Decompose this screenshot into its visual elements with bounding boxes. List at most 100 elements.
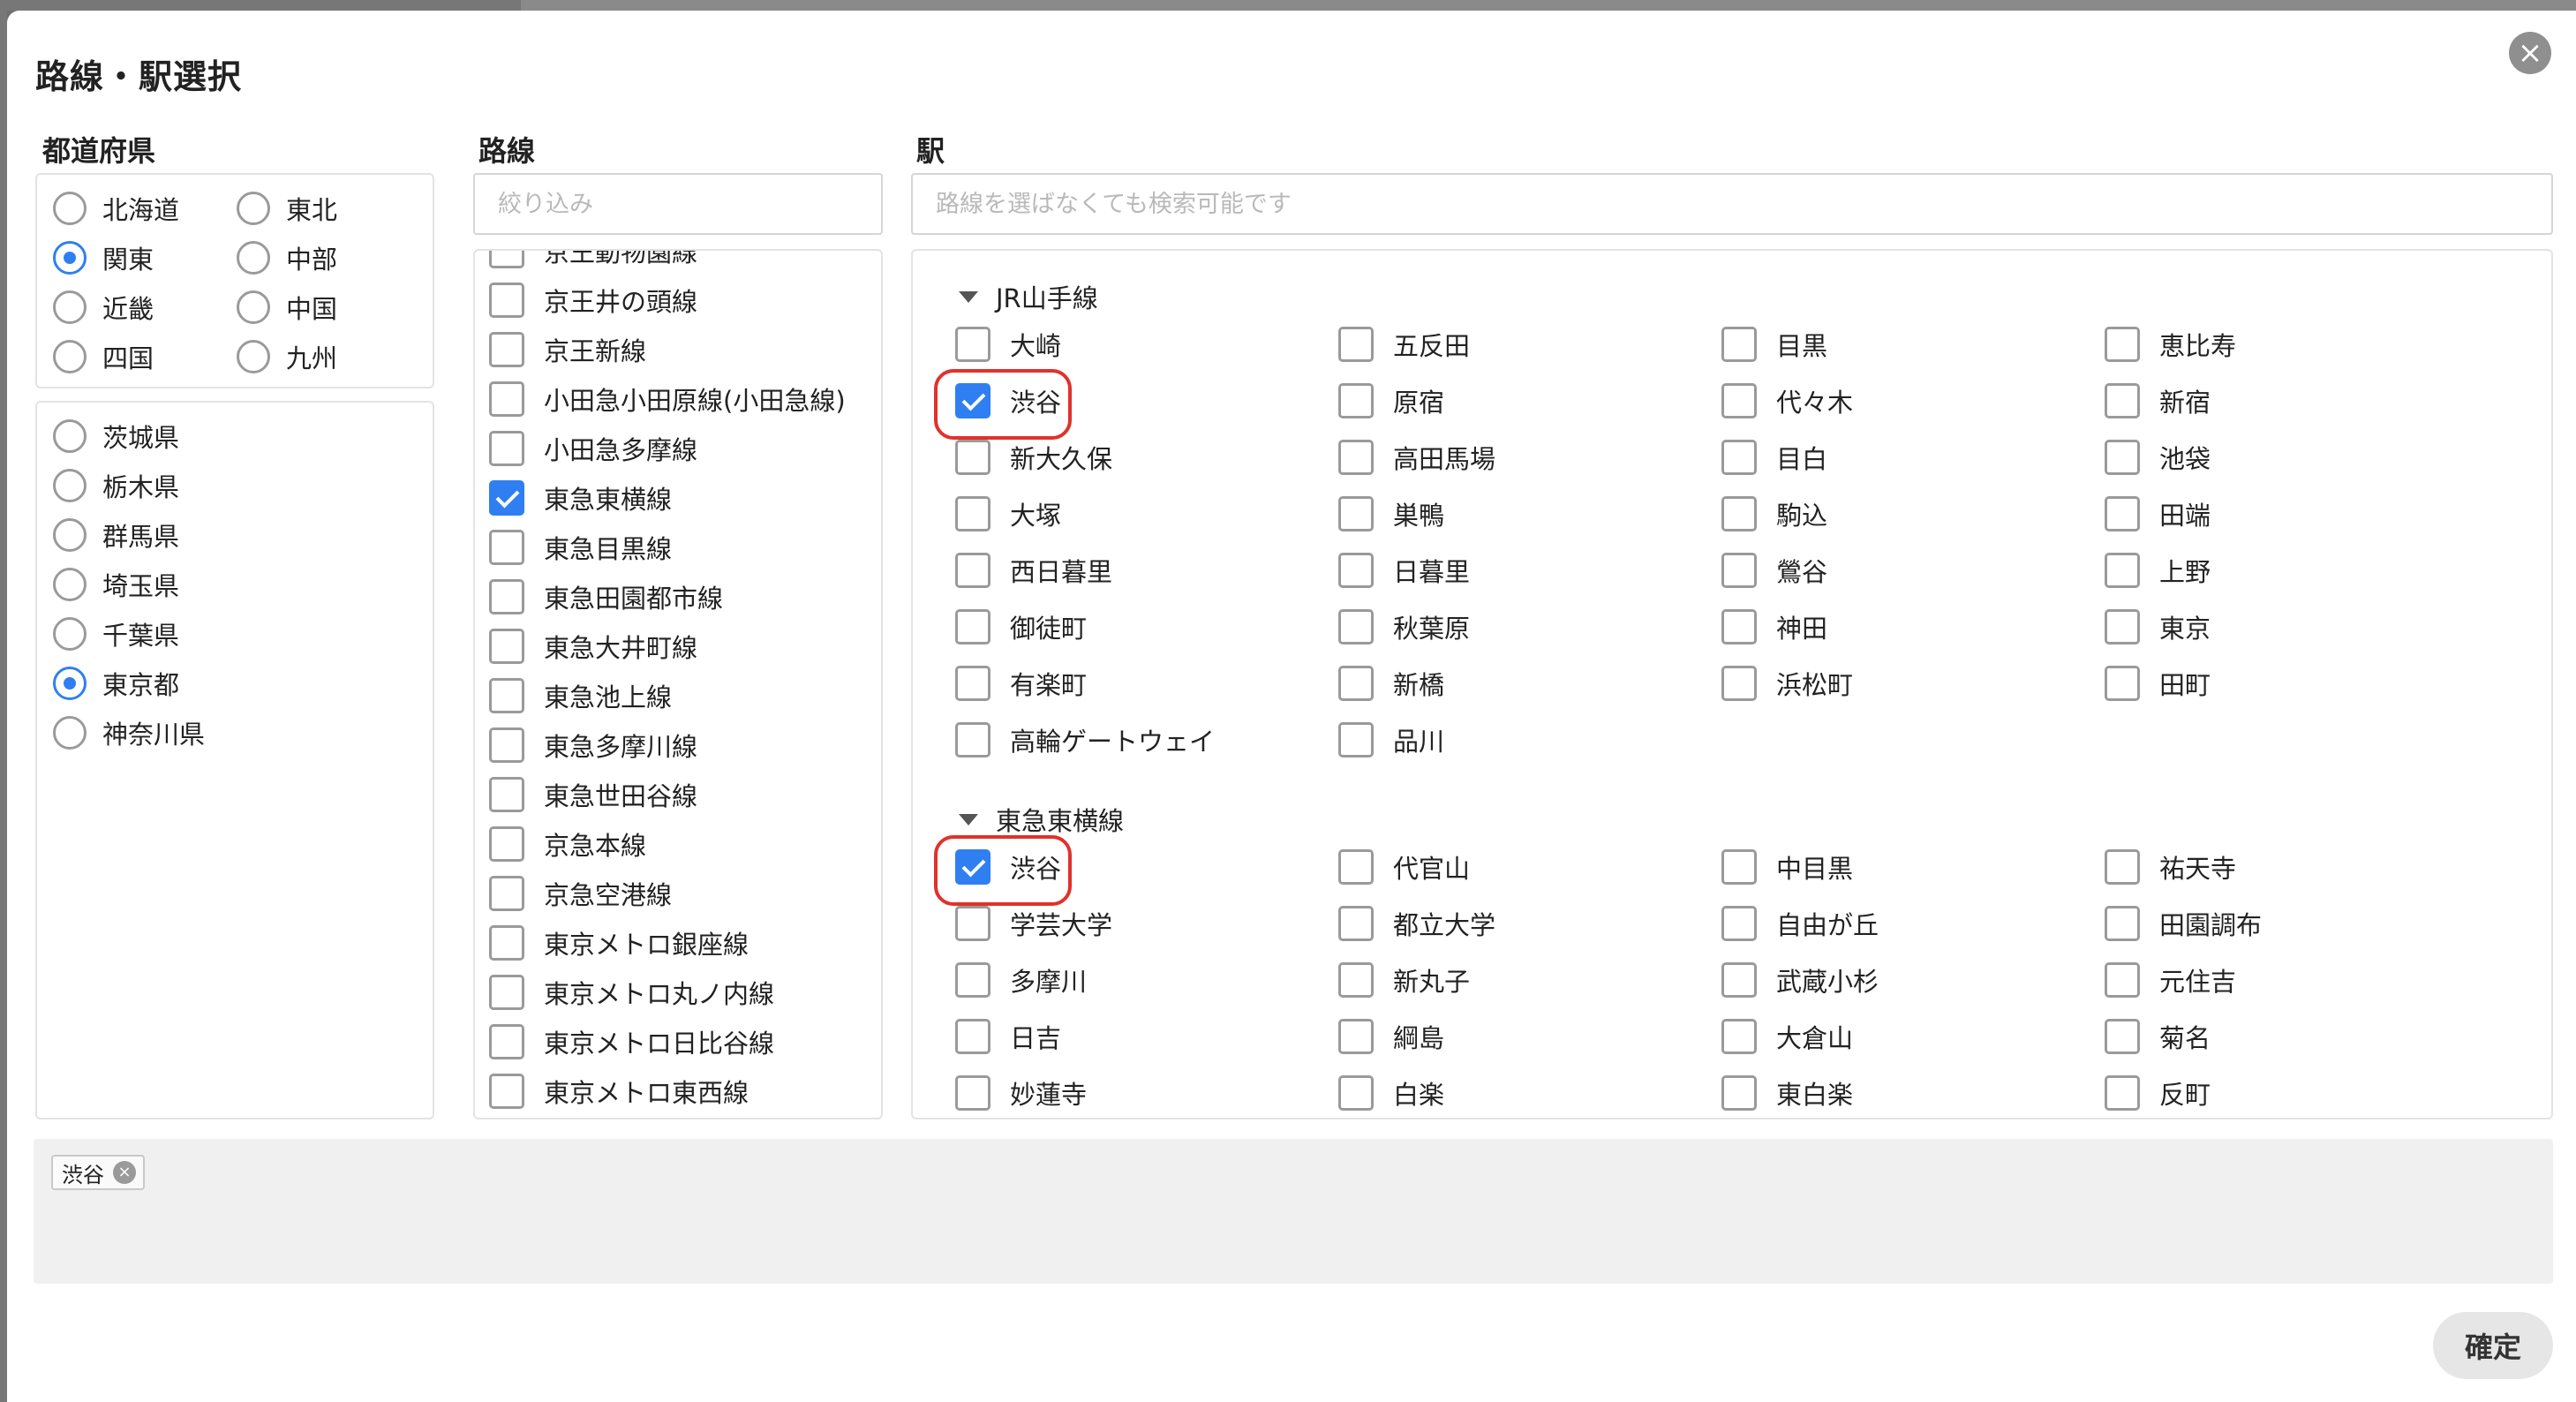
station-option[interactable]: 駒込 (1721, 486, 1827, 542)
prefecture-option[interactable]: 埼玉県 (53, 560, 179, 609)
station-option[interactable]: 大塚 (955, 486, 1061, 542)
station-option[interactable]: 大崎 (955, 316, 1061, 373)
station-option[interactable]: 高田馬場 (1338, 429, 1495, 486)
station-option[interactable]: 田端 (2105, 486, 2211, 542)
line-option[interactable]: 京王新線 (489, 325, 646, 374)
line-option[interactable]: 京急空港線 (489, 869, 672, 918)
station-option[interactable]: 東京 (2105, 599, 2211, 655)
station-option[interactable]: 田園調布 (2105, 895, 2262, 952)
station-option[interactable]: 代官山 (1338, 839, 1470, 895)
prefecture-option[interactable]: 東京都 (53, 659, 179, 708)
line-option[interactable]: 東急東横線 (489, 473, 672, 523)
station-option[interactable]: 反町 (2105, 1065, 2211, 1118)
station-option[interactable]: 田町 (2105, 655, 2211, 712)
line-filter-input[interactable] (473, 173, 883, 235)
station-option[interactable]: 新大久保 (955, 429, 1112, 486)
line-option[interactable]: 東急世田谷線 (489, 770, 697, 819)
station-option[interactable]: 浜松町 (1721, 655, 1853, 712)
station-option[interactable]: 神田 (1721, 599, 1827, 655)
station-option[interactable]: 新橋 (1338, 655, 1444, 712)
checkbox-icon (955, 553, 990, 588)
prefecture-option[interactable]: 千葉県 (53, 609, 179, 659)
station-label: 神田 (1776, 614, 1828, 644)
station-option[interactable]: 新宿 (2105, 373, 2211, 429)
prefecture-option[interactable]: 群馬県 (53, 510, 179, 560)
station-option[interactable]: 都立大学 (1338, 895, 1495, 952)
station-option[interactable]: 渋谷 (955, 839, 1061, 895)
station-option[interactable]: 恵比寿 (2105, 316, 2236, 373)
station-option[interactable]: 巣鴨 (1338, 486, 1444, 542)
station-list[interactable]: JR山手線 大崎 五反田 目黒 恵比寿渋谷 原宿 代々木 新宿新大久保 高田馬場 目白 池袋大塚 巣鴨… (911, 249, 2553, 1119)
station-option[interactable]: 自由が丘 (1721, 895, 1879, 952)
station-option[interactable]: 五反田 (1338, 316, 1470, 373)
station-option[interactable]: 東白楽 (1721, 1065, 1853, 1118)
station-option[interactable]: 中目黒 (1721, 839, 1853, 895)
checkbox-icon (2105, 327, 2140, 362)
line-option[interactable]: 東急大井町線 (489, 622, 697, 671)
station-option[interactable]: 新丸子 (1338, 952, 1470, 1008)
checkbox-checked-icon (489, 480, 524, 516)
close-icon[interactable]: × (2509, 32, 2551, 74)
line-option[interactable]: 東急池上線 (489, 671, 672, 720)
line-option[interactable]: 東京メトロ日比谷線 (489, 1017, 774, 1067)
line-option[interactable]: 東京メトロ東西線 (489, 1067, 749, 1116)
region-option[interactable]: 関東 (53, 233, 154, 283)
station-group-header[interactable]: 東急東横線 (959, 800, 1124, 839)
station-option[interactable]: 代々木 (1721, 373, 1853, 429)
station-option[interactable]: 元住吉 (2105, 952, 2236, 1008)
station-option[interactable]: 白楽 (1338, 1065, 1444, 1118)
line-option[interactable]: 小田急多摩線 (489, 424, 697, 473)
station-option[interactable]: 祐天寺 (2105, 839, 2236, 895)
station-group-header[interactable]: JR山手線 (959, 277, 1098, 316)
station-option[interactable]: 武蔵小杉 (1721, 952, 1879, 1008)
region-option[interactable]: 北海道 (53, 184, 179, 233)
prefecture-option[interactable]: 茨城県 (53, 411, 179, 461)
station-option[interactable]: 西日暮里 (955, 542, 1112, 599)
station-option[interactable]: 高輪ゲートウェイ (955, 712, 1215, 768)
station-option[interactable]: 御徒町 (955, 599, 1087, 655)
station-option[interactable]: 秋葉原 (1338, 599, 1470, 655)
line-option[interactable]: 京王動物園線 (489, 251, 697, 275)
line-option[interactable]: 京急本線 (489, 819, 646, 869)
station-option[interactable]: 多摩川 (955, 952, 1087, 1008)
region-option[interactable]: 四国 (53, 332, 154, 381)
line-option[interactable]: 京王井の頭線 (489, 275, 697, 325)
region-option[interactable]: 中国 (237, 283, 337, 332)
region-option[interactable]: 近畿 (53, 283, 154, 332)
line-list[interactable]: 京王動物園線 京王井の頭線 京王新線 小田急小田原線(小田急線) 小田急多摩線 東急東横線… (473, 249, 883, 1119)
station-option[interactable]: 大倉山 (1721, 1008, 1853, 1065)
station-option[interactable]: 日吉 (955, 1008, 1061, 1065)
station-option[interactable]: 鶯谷 (1721, 542, 1827, 599)
line-option[interactable]: 小田急小田原線(小田急線) (489, 374, 846, 424)
station-option[interactable]: 池袋 (2105, 429, 2211, 486)
station-option[interactable]: 妙蓮寺 (955, 1065, 1087, 1118)
remove-chip-icon[interactable]: × (113, 1161, 136, 1184)
station-option[interactable]: 上野 (2105, 542, 2211, 599)
station-option[interactable]: 菊名 (2105, 1008, 2211, 1065)
checkbox-icon (1721, 666, 1757, 701)
checkbox-icon (955, 722, 990, 758)
line-option[interactable]: 東京メトロ銀座線 (489, 918, 749, 968)
line-option[interactable]: 東急目黒線 (489, 523, 672, 572)
station-option[interactable]: 目黒 (1721, 316, 1827, 373)
station-option[interactable]: 綱島 (1338, 1008, 1444, 1065)
station-option[interactable]: 有楽町 (955, 655, 1087, 712)
station-option[interactable]: 渋谷 (955, 373, 1061, 429)
selected-chip[interactable]: 渋谷 × (51, 1155, 145, 1190)
confirm-button[interactable]: 確定 (2433, 1312, 2553, 1379)
station-filter-input[interactable] (911, 173, 2553, 235)
region-option[interactable]: 東北 (237, 184, 337, 233)
line-option[interactable]: 東京メトロ丸ノ内線 (489, 968, 774, 1017)
region-option[interactable]: 九州 (237, 332, 337, 381)
prefecture-option[interactable]: 栃木県 (53, 461, 179, 510)
station-option[interactable]: 目白 (1721, 429, 1827, 486)
station-option[interactable]: 原宿 (1338, 373, 1444, 429)
prefecture-option[interactable]: 神奈川県 (53, 708, 205, 758)
radio-selected-icon (53, 241, 87, 275)
line-option[interactable]: 東急田園都市線 (489, 572, 723, 622)
station-option[interactable]: 日暮里 (1338, 542, 1470, 599)
line-option[interactable]: 東急多摩川線 (489, 720, 697, 770)
station-option[interactable]: 品川 (1338, 712, 1444, 768)
station-option[interactable]: 学芸大学 (955, 895, 1112, 952)
region-option[interactable]: 中部 (237, 233, 337, 283)
